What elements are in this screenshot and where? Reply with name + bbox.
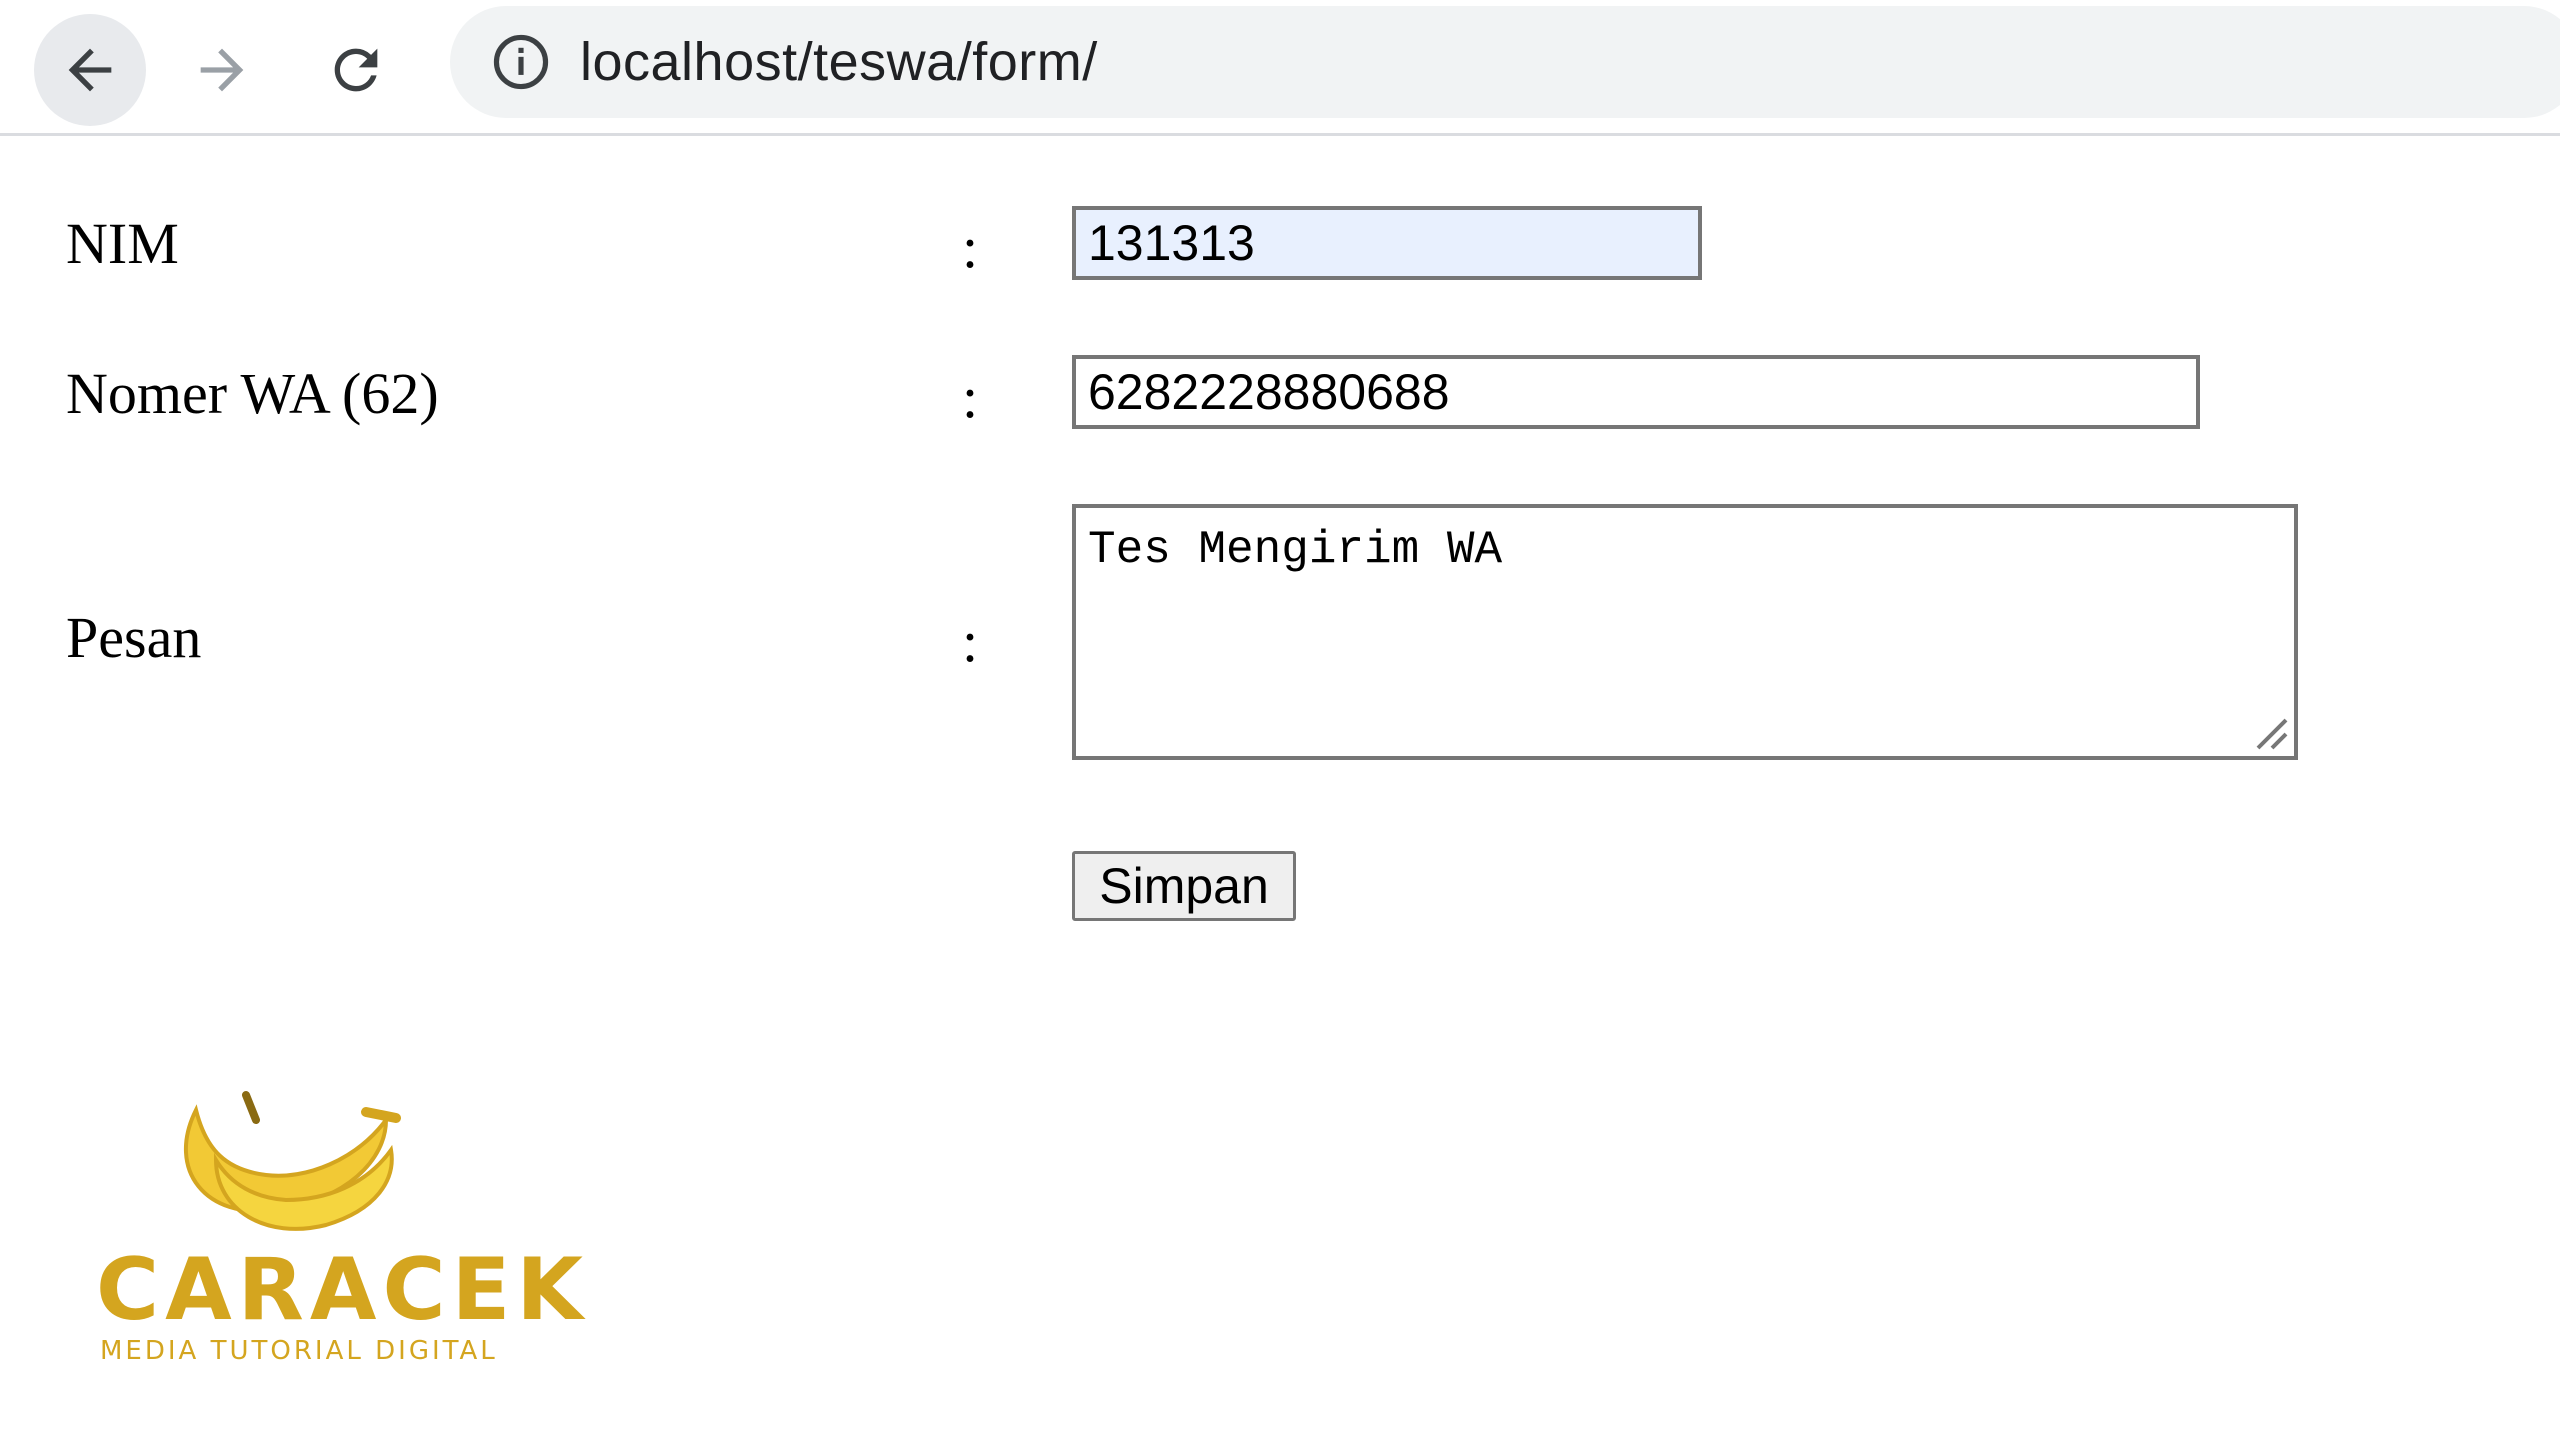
browser-toolbar: localhost/teswa/form/ [0,0,2560,136]
wa-number-input[interactable]: 6282228880688 [1072,355,2200,429]
banana-icon [184,1091,401,1231]
nim-value: 131313 [1088,215,1255,271]
simpan-button[interactable]: Simpan [1072,851,1296,921]
wa-label: Nomer WA (62) [66,361,439,426]
nim-label: NIM [66,211,179,276]
pesan-label: Pesan [66,605,202,670]
reload-icon [334,48,378,92]
forward-button[interactable] [166,14,278,126]
caracek-tagline: MEDIA TUTORIAL DIGITAL [100,1336,498,1366]
wa-colon: : [962,365,979,430]
resize-handle-icon[interactable] [2250,712,2290,752]
caracek-logo: CARACEK MEDIA TUTORIAL DIGITAL [96,1090,589,1370]
back-arrow-icon [68,48,112,92]
wa-value: 6282228880688 [1088,364,1450,420]
nim-input[interactable]: 131313 [1072,206,1702,280]
back-button[interactable] [34,14,146,126]
pesan-value: Tes Mengirim WA [1088,524,1503,576]
pesan-colon: : [962,609,979,674]
url-text: localhost/teswa/form/ [580,32,1098,92]
forward-arrow-icon [200,48,244,92]
info-icon[interactable] [490,31,552,93]
reload-button[interactable] [300,14,412,126]
nim-colon: : [962,215,979,280]
caracek-brand: CARACEK [96,1240,589,1340]
address-bar[interactable]: localhost/teswa/form/ [450,6,2560,118]
pesan-textarea[interactable]: Tes Mengirim WA [1072,504,2298,760]
